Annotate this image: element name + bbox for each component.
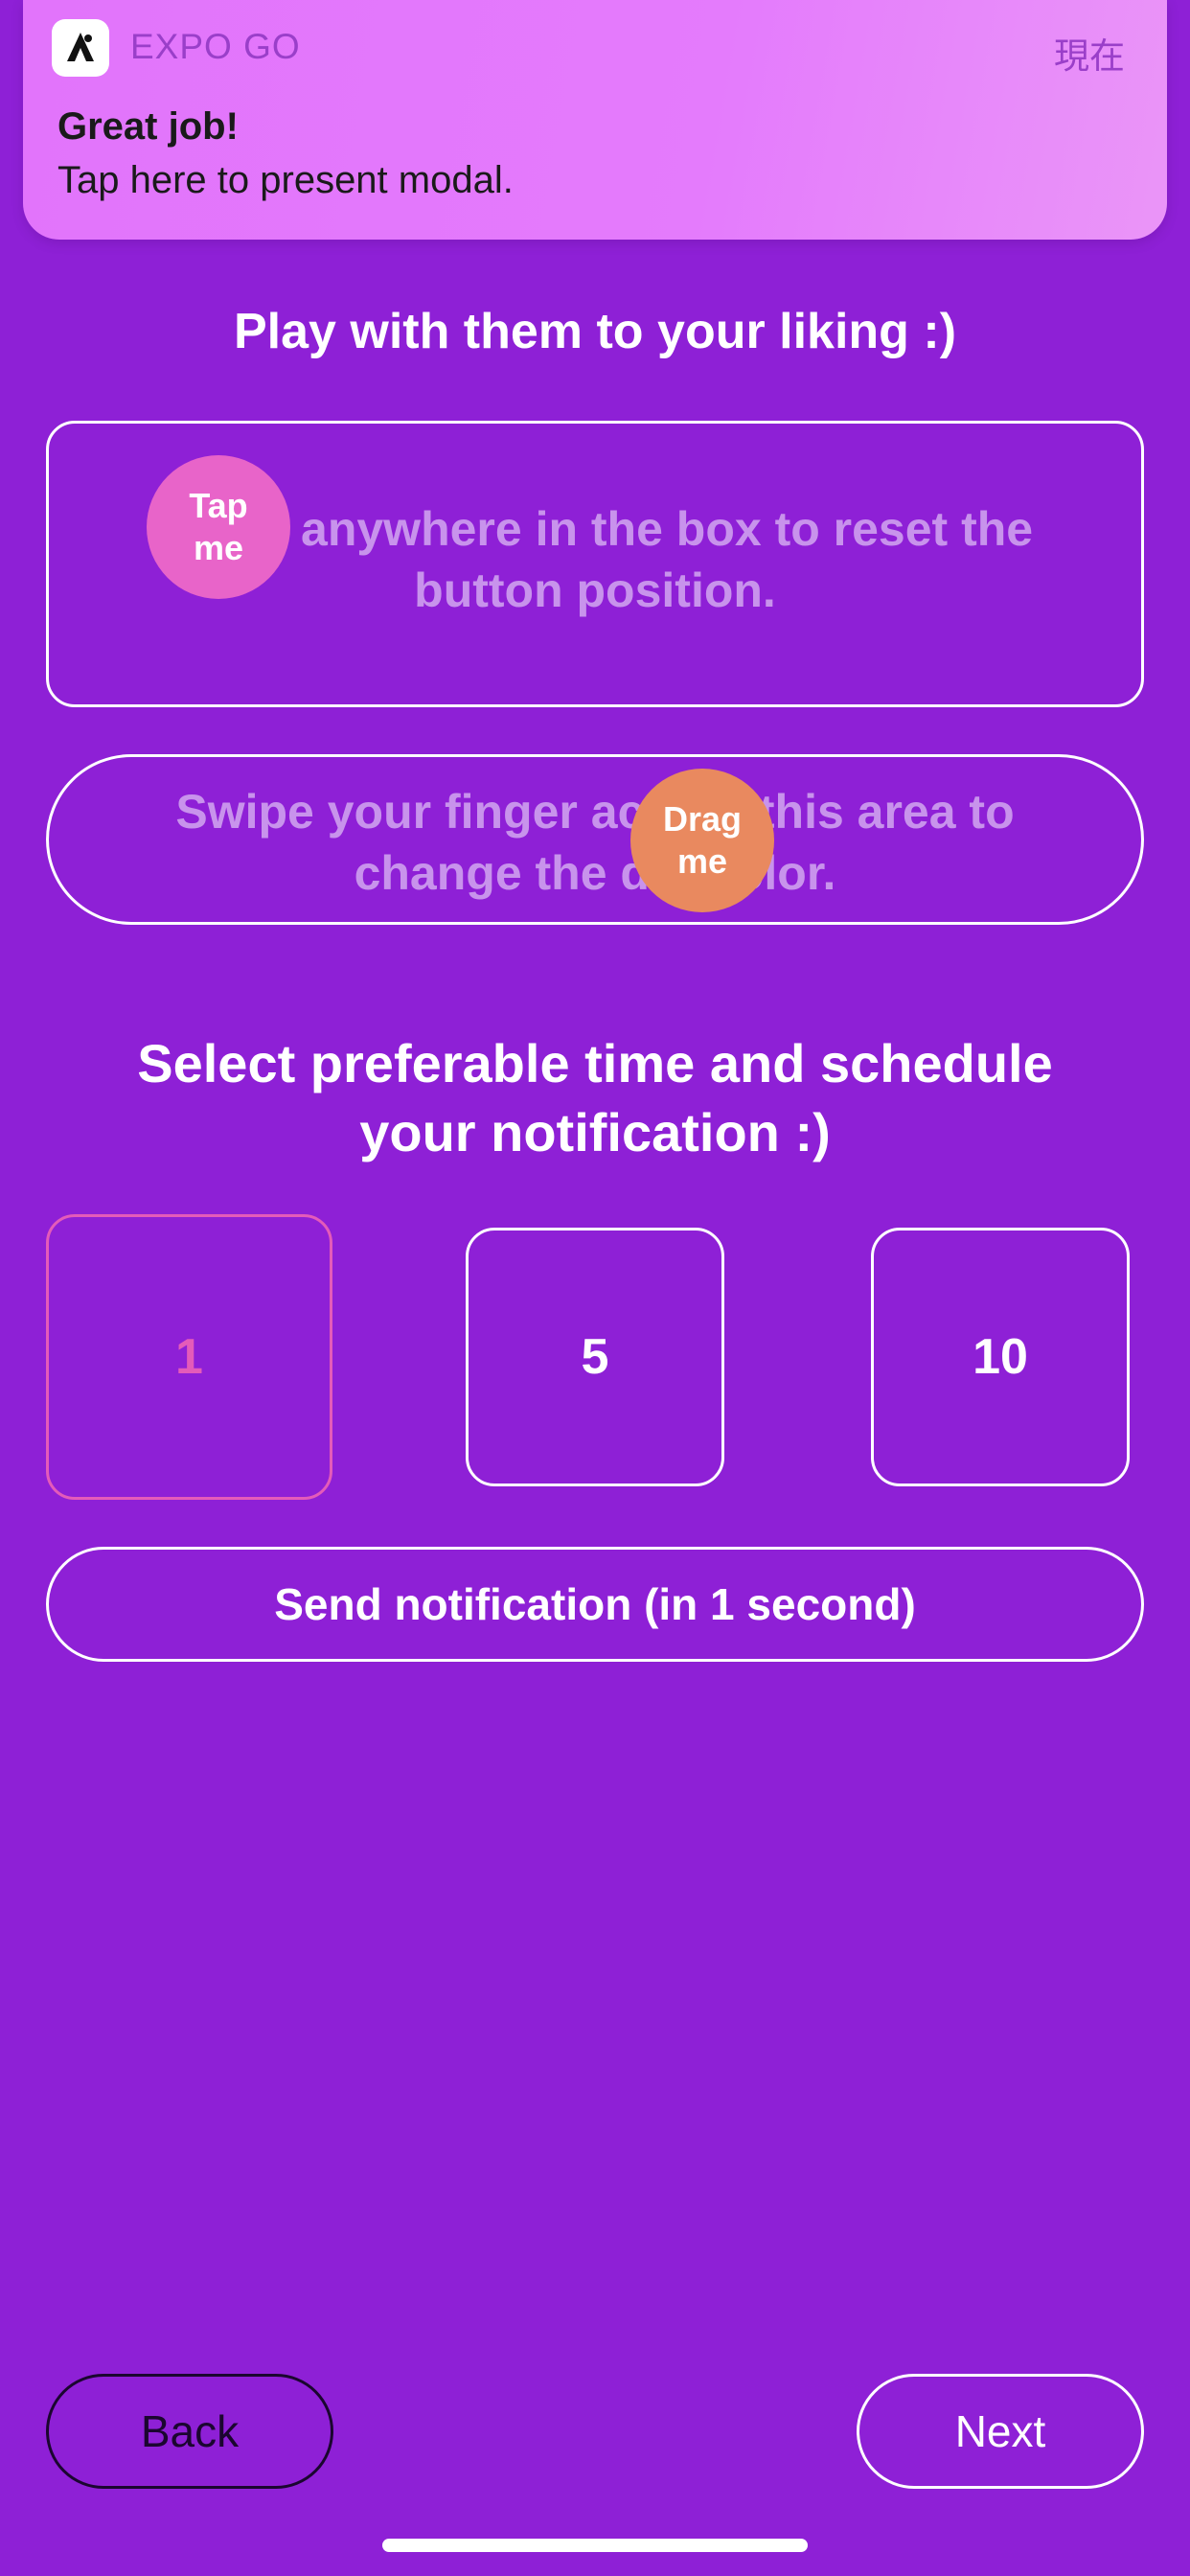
schedule-heading: Select preferable time and schedule your… [137, 1033, 1053, 1162]
back-button[interactable]: Back [46, 2374, 333, 2489]
send-notification-label: Send notification (in 1 second) [274, 1579, 916, 1629]
drag-me-label: Drag me [662, 799, 743, 881]
time-option-5[interactable]: 5 [466, 1228, 724, 1486]
next-button-label: Next [954, 2406, 1046, 2456]
drag-me-dot[interactable]: Drag me [630, 769, 774, 912]
tap-me-button[interactable]: Tap me [147, 455, 290, 599]
notification-banner[interactable]: EXPO GO 現在 Great job! Tap here to presen… [23, 0, 1167, 240]
time-option-1-label: 1 [175, 1329, 203, 1385]
playground-heading: Play with them to your liking :) [233, 304, 957, 359]
notification-app-name: EXPO GO [130, 27, 301, 66]
notification-body: Tap here to present modal. [57, 159, 514, 201]
next-button[interactable]: Next [857, 2374, 1144, 2489]
send-notification-button[interactable]: Send notification (in 1 second) [46, 1547, 1144, 1662]
tap-me-label: Tap me [189, 486, 248, 567]
expo-go-app-icon [52, 19, 109, 77]
home-indicator[interactable] [382, 2539, 808, 2552]
notification-time: 現在 [1054, 36, 1125, 76]
notification-title: Great job! [57, 105, 239, 148]
time-option-1[interactable]: 1 [46, 1214, 332, 1500]
time-option-10[interactable]: 10 [871, 1228, 1130, 1486]
time-option-10-label: 10 [973, 1329, 1028, 1385]
time-option-5-label: 5 [581, 1329, 609, 1385]
swipe-color-area[interactable]: Swipe your finger across this area to ch… [46, 754, 1144, 925]
swipe-area-text: Swipe your finger across this area to ch… [175, 785, 1015, 900]
back-button-label: Back [140, 2406, 240, 2456]
